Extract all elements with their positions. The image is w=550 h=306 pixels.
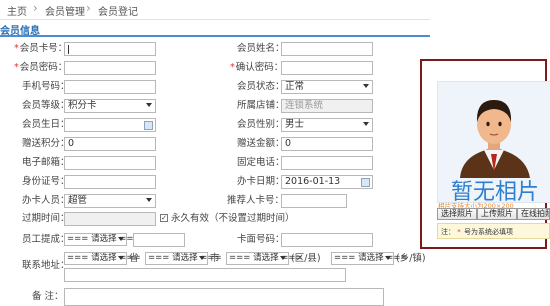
face-no-input[interactable] <box>281 233 373 247</box>
level-value: 积分卡 <box>68 100 97 111</box>
calendar-icon[interactable] <box>361 178 370 187</box>
landline-input[interactable] <box>281 156 373 170</box>
remark-textarea[interactable] <box>64 288 384 306</box>
handler-value: 超管 <box>68 195 88 206</box>
breadcrumb-member-management[interactable]: 会员管理 <box>45 3 85 18</box>
phone-input[interactable] <box>64 80 156 94</box>
employee-select[interactable]: === 请选择 === <box>64 233 141 246</box>
online-photo-button[interactable]: 在线拍照 <box>517 208 550 220</box>
gift-points-input[interactable]: 0 <box>64 137 156 151</box>
handler-select[interactable]: 超管 <box>64 194 156 208</box>
text-cursor <box>68 45 69 54</box>
gift-points-label: 赠送积分： <box>22 138 70 149</box>
card-date-value: 2016-01-13 <box>285 176 341 187</box>
chevron-down-icon <box>146 198 152 202</box>
remark-label: 备 注： <box>32 291 64 302</box>
province-select[interactable]: === 请选择 === <box>64 252 141 265</box>
district-select[interactable]: === 请选择 === <box>226 252 303 265</box>
employee-label: 员工提成： <box>22 234 70 245</box>
card-no-input[interactable] <box>64 42 156 56</box>
face-no-label: 卡面号码： <box>237 234 285 245</box>
store-field: 连锁系统 <box>281 99 373 113</box>
id-no-label: 身份证号： <box>22 176 70 187</box>
city-unit: 市 <box>210 253 220 264</box>
handler-label: 办卡人员： <box>22 195 70 206</box>
chevron-down-icon <box>363 122 369 126</box>
name-label: 会员姓名： <box>237 43 285 54</box>
birthday-input[interactable] <box>64 118 156 132</box>
upload-photo-button[interactable]: 上传照片 <box>477 208 517 220</box>
breadcrumb-separator: › <box>86 1 91 15</box>
confirm-password-label: *确认密码： <box>230 62 284 73</box>
photo-placeholder: 暂无相片 <box>437 81 550 203</box>
province-unit: 省 <box>129 253 139 264</box>
card-date-label: 办卡日期： <box>237 176 285 187</box>
card-no-label: *会员卡号： <box>14 43 68 54</box>
chevron-down-icon <box>118 256 124 260</box>
level-select[interactable]: 积分卡 <box>64 99 156 113</box>
employee-select-value: === 请选择 === <box>67 234 141 244</box>
required-star: * <box>455 228 463 236</box>
employee-commission-input[interactable] <box>133 233 185 247</box>
birthday-label: 会员生日： <box>22 119 70 130</box>
chevron-down-icon <box>199 256 205 260</box>
town-select[interactable]: === 请选择 === <box>331 252 408 265</box>
confirm-password-input[interactable] <box>281 61 373 75</box>
password-label: *会员密码： <box>14 62 68 73</box>
name-input[interactable] <box>281 42 373 56</box>
store-label: 所属店铺： <box>237 100 285 111</box>
permanent-label: 永久有效（不设置过期时间） <box>171 213 295 224</box>
chevron-down-icon <box>363 84 369 88</box>
id-no-input[interactable] <box>64 175 156 189</box>
town-unit: (乡/镇) <box>396 253 426 264</box>
breadcrumb-member-register: 会员登记 <box>98 7 138 18</box>
note-prefix: 注： <box>441 228 455 236</box>
gift-amount-label: 赠送金额： <box>237 138 285 149</box>
referrer-label: 推荐人卡号： <box>227 195 285 206</box>
chevron-down-icon <box>280 256 286 260</box>
permanent-checkbox[interactable]: ✓ <box>160 214 168 222</box>
gift-amount-input[interactable]: 0 <box>281 137 373 151</box>
address-detail-input[interactable] <box>64 268 346 282</box>
email-label: 电子邮箱： <box>22 157 70 168</box>
chevron-down-icon <box>385 256 391 260</box>
phone-label: 手机号码： <box>22 81 70 92</box>
status-select[interactable]: 正常 <box>281 80 373 94</box>
breadcrumb-home[interactable]: 主页 <box>7 3 27 18</box>
required-note: 注： * 号为系统必填项 <box>441 227 513 237</box>
choose-photo-button[interactable]: 选择照片 <box>437 208 477 220</box>
gender-value: 男士 <box>285 119 305 130</box>
level-label: 会员等级： <box>22 100 70 111</box>
card-date-input[interactable]: 2016-01-13 <box>281 175 373 189</box>
section-divider <box>0 35 430 37</box>
district-unit: (区/县) <box>291 253 321 264</box>
required-note-box: 注： * 号为系统必填项 <box>437 223 550 239</box>
password-input[interactable] <box>64 61 156 75</box>
email-input[interactable] <box>64 156 156 170</box>
landline-label: 固定电话： <box>237 157 285 168</box>
breadcrumb: 主页 › 会员管理 › 会员登记 <box>0 0 430 20</box>
gender-select[interactable]: 男士 <box>281 118 373 132</box>
status-value: 正常 <box>285 81 305 92</box>
note-text: 号为系统必填项 <box>463 228 513 236</box>
no-photo-text: 暂无相片 <box>451 180 540 203</box>
breadcrumb-separator: › <box>33 1 38 15</box>
referrer-input[interactable] <box>281 194 347 208</box>
calendar-icon[interactable] <box>144 121 153 130</box>
status-label: 会员状态： <box>237 81 285 92</box>
chevron-down-icon <box>146 103 152 107</box>
address-label: 联系地址： <box>22 260 70 271</box>
expire-input <box>64 212 156 226</box>
expire-label: 过期时间： <box>22 213 70 224</box>
chevron-down-icon <box>118 237 124 241</box>
gender-label: 会员性别： <box>237 119 285 130</box>
city-select[interactable]: === 请选择 === <box>145 252 222 265</box>
